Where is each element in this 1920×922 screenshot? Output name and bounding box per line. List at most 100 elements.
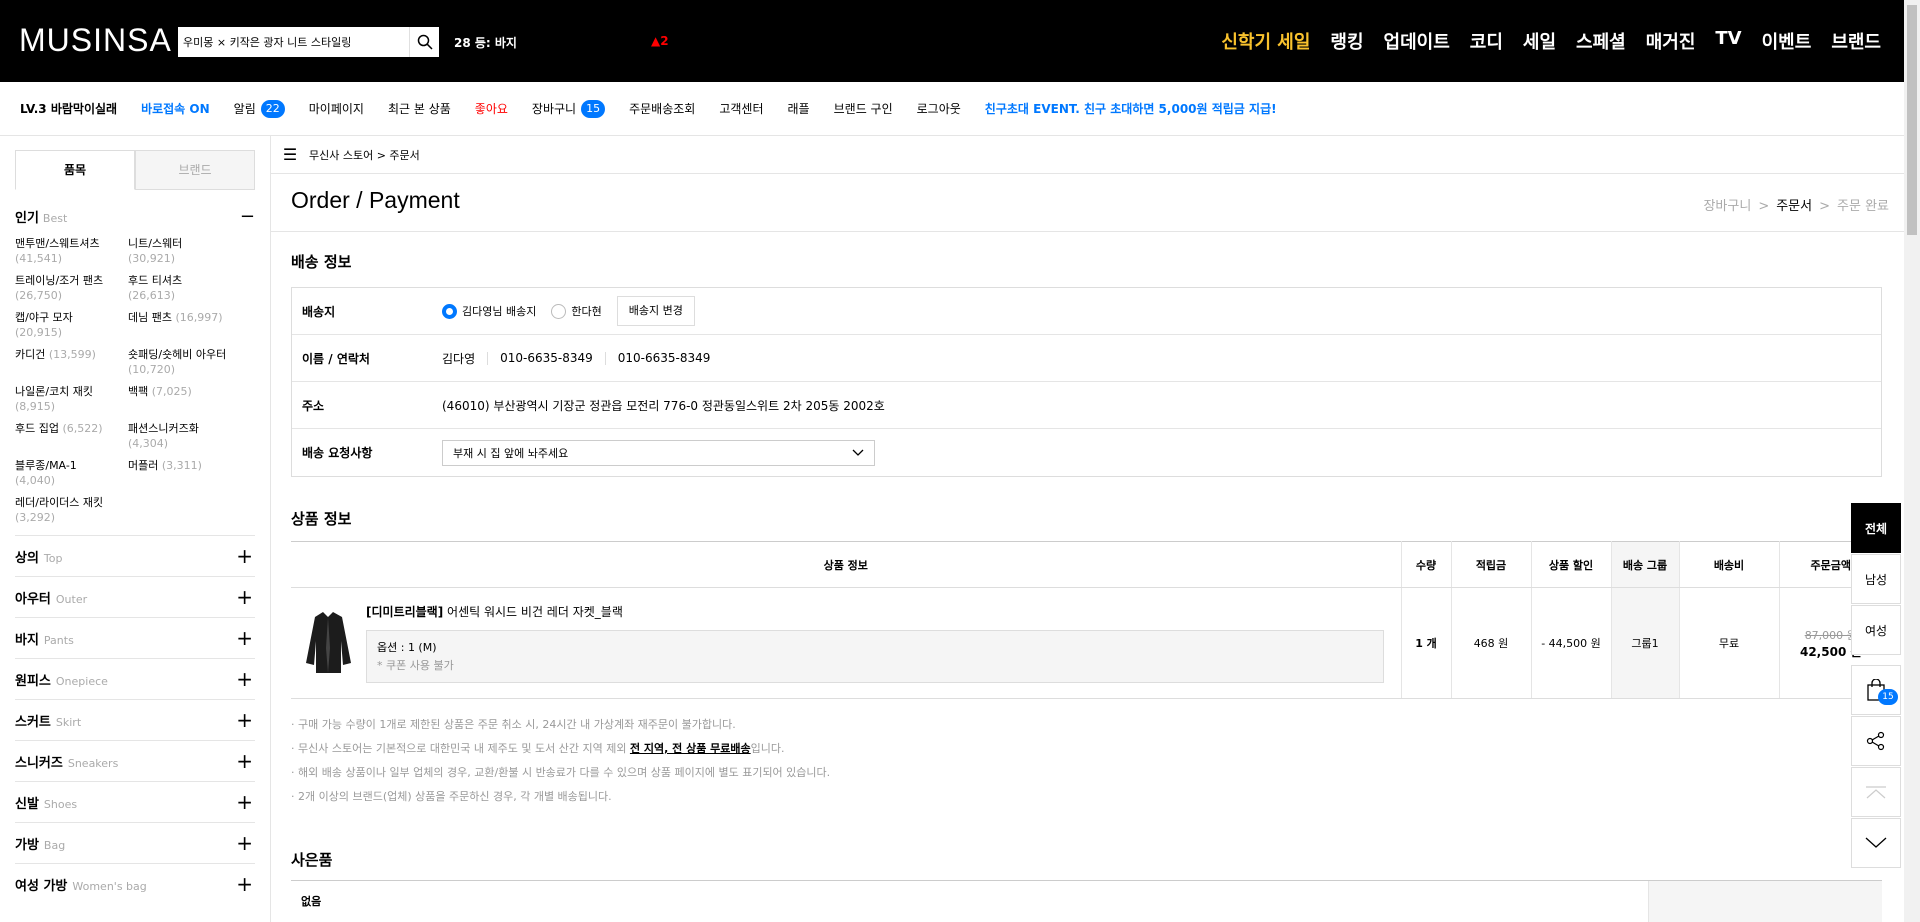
search-input[interactable] — [178, 27, 409, 57]
user-level[interactable]: LV.3 바람막이실래 — [20, 100, 117, 117]
nav-event[interactable]: 이벤트 — [1762, 28, 1812, 54]
musinsa-logo[interactable]: MUSINSA — [19, 22, 172, 59]
quick-access[interactable]: 바로접속 ON — [141, 100, 210, 117]
hamburger-menu-icon[interactable]: ☰ — [271, 145, 309, 164]
category-en: Women's bag — [72, 879, 147, 893]
category-bag[interactable]: 가방 Bag + — [15, 822, 255, 863]
chevron-down-icon — [852, 449, 864, 456]
best-item[interactable]: 후드 티셔츠 (26,613) — [128, 273, 241, 303]
gift-value: 없음 — [301, 895, 322, 908]
category-womens-bag[interactable]: 여성 가방 Women's bag + — [15, 863, 255, 904]
expand-icon[interactable]: + — [236, 790, 253, 814]
best-item[interactable]: 백팩 (7,025) — [128, 384, 241, 414]
tab-brand[interactable]: 브랜드 — [135, 150, 255, 190]
gender-all-button[interactable]: 전체 — [1851, 503, 1901, 553]
nav-codi[interactable]: 코디 — [1470, 28, 1503, 54]
category-top[interactable]: 상의 Top + — [15, 535, 255, 576]
nav-sale-season[interactable]: 신학기 세일 — [1221, 28, 1310, 54]
dest-radio-other[interactable]: 한다현 — [551, 303, 602, 319]
cs-link[interactable]: 고객센터 — [719, 100, 763, 117]
category-skirt[interactable]: 스커트 Skirt + — [15, 699, 255, 740]
expand-icon[interactable]: + — [236, 708, 253, 732]
scroll-down-button[interactable] — [1851, 818, 1901, 868]
order-track-link[interactable]: 주문배송조회 — [629, 100, 695, 117]
best-item-name: 니트/스웨터 — [128, 237, 183, 250]
nav-brand[interactable]: 브랜드 — [1831, 28, 1881, 54]
best-item-name: 카디건 — [15, 348, 46, 361]
category-shoes[interactable]: 신발 Shoes + — [15, 781, 255, 822]
best-item[interactable]: 니트/스웨터 (30,921) — [128, 236, 241, 266]
delivery-request-select[interactable]: 부재 시 집 앞에 놔주세요 — [442, 439, 875, 466]
expand-icon[interactable]: + — [236, 872, 253, 896]
product-title: 어센틱 워시드 비건 레더 자켓_블랙 — [447, 605, 623, 619]
expand-icon[interactable]: + — [236, 585, 253, 609]
recipient-name: 김다영 — [442, 351, 476, 366]
nav-ranking[interactable]: 랭킹 — [1330, 28, 1363, 54]
category-en: Shoes — [43, 797, 78, 811]
scrollbar-thumb[interactable] — [1907, 5, 1917, 235]
best-item-count: (26,613) — [128, 289, 176, 302]
floating-cart-button[interactable]: 15 — [1851, 665, 1901, 715]
change-dest-button[interactable]: 배송지 변경 — [616, 296, 695, 326]
recent-link[interactable]: 최근 본 상품 — [388, 100, 451, 117]
raffle-link[interactable]: 래플 — [788, 100, 810, 117]
best-item[interactable]: 데님 팬츠 (16,997) — [128, 310, 241, 340]
invite-event-link[interactable]: 친구초대 EVENT. 친구 초대하면 5,000원 적립금 지급! — [985, 100, 1277, 117]
best-item[interactable]: 나일론/코치 재킷 (8,915) — [15, 384, 128, 414]
best-item[interactable]: 숏패딩/숏헤비 아우터 (10,720) — [128, 347, 241, 377]
category-sneakers[interactable]: 스니커즈 Sneakers + — [15, 740, 255, 781]
category-pants[interactable]: 바지 Pants + — [15, 617, 255, 658]
best-item[interactable]: 카디건 (13,599) — [15, 347, 128, 377]
best-item-count: (10,720) — [128, 363, 176, 376]
gender-women-button[interactable]: 여성 — [1851, 605, 1901, 655]
best-item[interactable]: 레더/라이더스 재킷 (3,292) — [15, 495, 128, 525]
nav-magazine[interactable]: 매거진 — [1646, 28, 1696, 54]
expand-icon[interactable]: + — [236, 626, 253, 650]
category-outer[interactable]: 아우터 Outer + — [15, 576, 255, 617]
best-item[interactable]: 패션스니커즈화 (4,304) — [128, 421, 241, 451]
product-name[interactable]: [디미트리블랙] 어센틱 워시드 비건 레더 자켓_블랙 — [366, 603, 1384, 620]
best-item[interactable]: 트레이닝/조거 팬츠 (26,750) — [15, 273, 128, 303]
best-item-count: (3,311) — [161, 459, 202, 472]
best-item[interactable]: 머플러 (3,311) — [128, 458, 241, 488]
gender-men-button[interactable]: 남성 — [1851, 554, 1901, 604]
collapse-icon[interactable]: − — [240, 206, 255, 227]
logout-link[interactable]: 로그아웃 — [917, 100, 961, 117]
expand-icon[interactable]: + — [236, 667, 253, 691]
shipping-table: 배송지 김다영님 배송지 한다현 배송지 변경 이름 / 연락처 김다영 010… — [291, 287, 1882, 477]
col-point: 적립금 — [1450, 541, 1531, 588]
col-group: 배송 그룹 — [1610, 541, 1679, 588]
step-cart: 장바구니 — [1703, 199, 1752, 214]
realtime-rank[interactable]: 28 등: 바지 — [454, 34, 517, 51]
best-item[interactable]: 캡/야구 모자 (20,915) — [15, 310, 128, 340]
cart-link[interactable]: 장바구니 15 — [532, 99, 606, 118]
alarm-count-badge: 22 — [260, 99, 285, 118]
nav-sale[interactable]: 세일 — [1523, 28, 1556, 54]
gift-heading: 사은품 — [291, 851, 333, 869]
search-button[interactable] — [409, 27, 439, 57]
request-row: 배송 요청사항 부재 시 집 앞에 놔주세요 — [292, 429, 1881, 476]
nav-update[interactable]: 업데이트 — [1384, 28, 1450, 54]
product-thumbnail[interactable] — [301, 603, 356, 678]
nav-special[interactable]: 스페셜 — [1576, 28, 1626, 54]
expand-icon[interactable]: + — [236, 749, 253, 773]
dest-radio-default[interactable]: 김다영님 배송지 — [442, 303, 536, 319]
breadcrumb-text[interactable]: 무신사 스토어 > 주문서 — [309, 147, 420, 163]
expand-icon[interactable]: + — [236, 831, 253, 855]
brand-recruit-link[interactable]: 브랜드 구인 — [834, 100, 893, 117]
tab-item[interactable]: 품목 — [15, 150, 135, 190]
discount-cell: - 44,500 원 — [1530, 587, 1611, 699]
best-item[interactable]: 블루종/MA-1 (4,040) — [15, 458, 128, 488]
category-onepiece[interactable]: 원피스 Onepiece + — [15, 658, 255, 699]
nav-tv[interactable]: TV — [1715, 28, 1741, 54]
point-cell: 468 원 — [1450, 587, 1531, 699]
best-item[interactable]: 후드 집업 (6,522) — [15, 421, 128, 451]
share-button[interactable] — [1851, 716, 1901, 766]
expand-icon[interactable]: + — [236, 544, 253, 568]
alarm-link[interactable]: 알림 22 — [234, 99, 285, 118]
mypage-link[interactable]: 마이페이지 — [309, 100, 364, 117]
best-item[interactable]: 맨투맨/스웨트셔츠 (41,541) — [15, 236, 128, 266]
like-link[interactable]: 좋아요 — [475, 100, 508, 117]
scroll-top-button[interactable] — [1851, 767, 1901, 817]
best-section-header[interactable]: 인기 Best − — [15, 196, 255, 236]
